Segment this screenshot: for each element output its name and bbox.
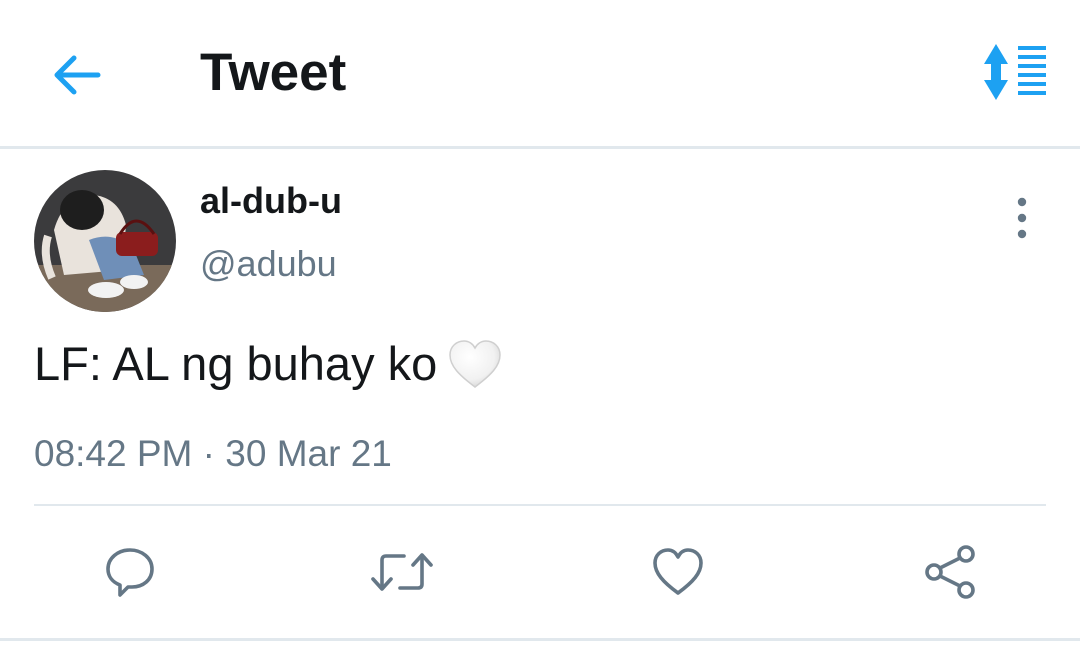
share-button[interactable] (922, 544, 978, 600)
arrow-left-icon (54, 55, 101, 95)
sort-list-icon (984, 44, 1046, 100)
sort-button[interactable] (980, 42, 1050, 102)
retweet-button[interactable] (370, 544, 433, 600)
author-display-name[interactable]: al-dub-u (200, 180, 342, 222)
avatar[interactable] (34, 170, 176, 312)
tweet-time: 08:42 PM (34, 433, 193, 474)
avatar-photo (34, 170, 176, 312)
retweet-icon (371, 553, 433, 591)
header-divider (0, 146, 1080, 149)
reply-button[interactable] (102, 544, 158, 600)
white-heart-emoji (447, 338, 503, 390)
more-vertical-icon (1017, 197, 1027, 239)
action-bar-divider (34, 504, 1046, 506)
page-title: Tweet (200, 43, 347, 102)
like-button[interactable] (650, 544, 706, 600)
tweet-text-content: LF: AL ng buhay ko (34, 337, 438, 390)
tweet-date: 30 Mar 21 (225, 433, 392, 474)
more-options-button[interactable] (1008, 196, 1036, 240)
tweet-timestamp: 08:42 PM · 30 Mar 21 (34, 433, 392, 475)
tweet-detail-screen: Tweet al-dub-u @adubu LF: AL ng buhay ko… (0, 0, 1080, 648)
comment-icon (106, 548, 154, 597)
author-handle[interactable]: @adubu (200, 243, 337, 285)
share-icon (925, 545, 975, 599)
bottom-divider (0, 638, 1080, 641)
tweet-text: LF: AL ng buhay ko (34, 336, 503, 394)
top-app-bar: Tweet (0, 0, 1080, 146)
heart-icon (653, 548, 703, 595)
back-button[interactable] (48, 46, 106, 104)
timestamp-separator: · (202, 433, 215, 474)
